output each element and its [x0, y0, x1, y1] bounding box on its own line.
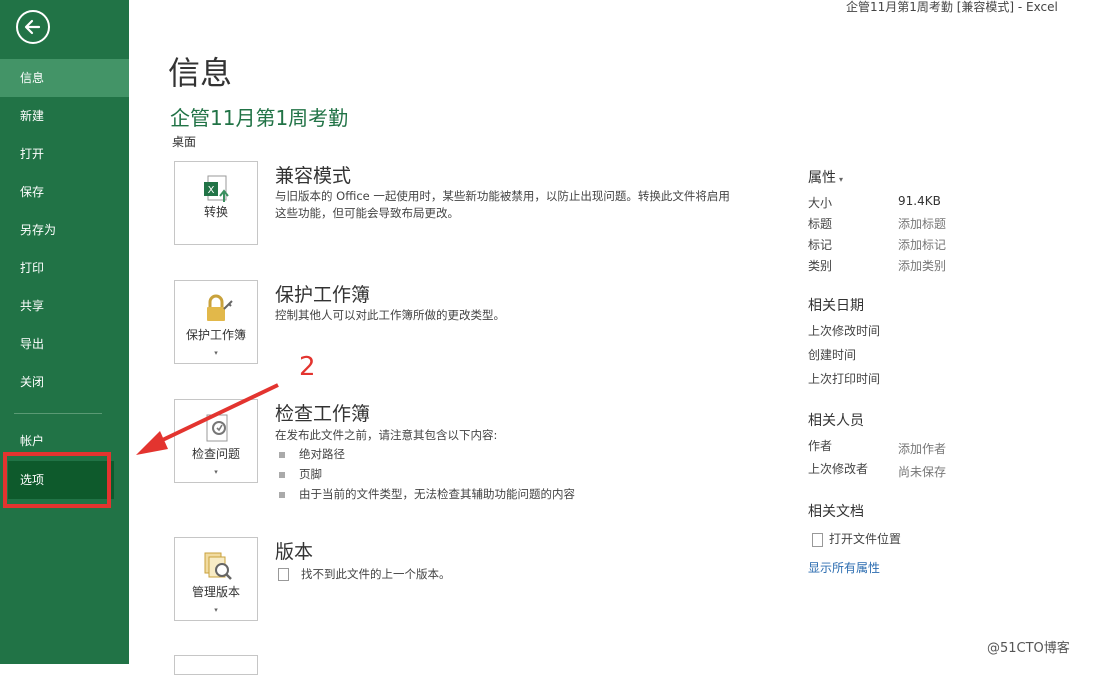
versions-description: 找不到此文件的上一个版本。: [278, 566, 748, 583]
versions-icon: [204, 552, 232, 580]
open-file-location-link[interactable]: 打开文件位置: [812, 530, 901, 547]
sidebar-item-new[interactable]: 新建: [0, 97, 129, 135]
prop-title-label: 标题: [808, 217, 833, 231]
prop-tags-label: 标记: [808, 238, 833, 252]
page-title: 信息: [168, 54, 233, 92]
protect-title: 保护工作簿: [275, 284, 371, 306]
document-path[interactable]: 桌面: [172, 133, 196, 150]
related-people-header: 相关人员: [808, 413, 864, 429]
annotation-arrow: [136, 383, 279, 455]
browser-view-button[interactable]: [174, 655, 258, 675]
excel-convert-icon: X: [204, 175, 229, 202]
prop-tags-field[interactable]: 添加标记: [898, 236, 946, 253]
protect-description: 控制其他人可以对此工作簿所做的更改类型。: [275, 308, 505, 322]
last-modified-by-value: 尚未保存: [898, 465, 947, 479]
sidebar-item-save[interactable]: 保存: [0, 173, 129, 211]
inspect-description: 在发布此文件之前，请注意其包含以下内容:: [275, 428, 498, 442]
sidebar-item-close[interactable]: 关闭: [0, 363, 129, 401]
convert-button-label: 转换: [203, 205, 228, 219]
author-label: 作者: [808, 439, 833, 453]
add-author-field[interactable]: 添加作者: [898, 440, 946, 457]
show-all-properties-link[interactable]: 显示所有属性: [808, 559, 880, 576]
created-label: 创建时间: [808, 348, 857, 362]
sidebar-item-print[interactable]: 打印: [0, 249, 129, 287]
properties-header[interactable]: 属性 ▾: [808, 167, 843, 187]
protect-workbook-button[interactable]: 保护工作簿 ▾: [174, 280, 258, 364]
document-icon: [812, 532, 823, 547]
compat-description: 与旧版本的 Office 一起使用时，某些新功能被禁用，以防止出现问题。转换此文…: [275, 189, 730, 220]
prop-size-label: 大小: [808, 196, 833, 210]
window-title: 企管11月第1周考勤 [兼容模式] - Excel: [846, 0, 1058, 14]
prop-size-value: 91.4KB: [898, 194, 941, 208]
highlight-box: [3, 452, 111, 508]
manage-versions-label: 管理版本: [191, 585, 240, 599]
last-printed-label: 上次打印时间: [808, 372, 881, 386]
lock-key-icon: [207, 294, 233, 321]
versions-title: 版本: [275, 541, 314, 563]
sidebar-item-info[interactable]: 信息: [0, 59, 129, 97]
watermark: @51CTO博客: [987, 641, 1070, 656]
chevron-down-icon: ▾: [214, 349, 218, 357]
annotation-number: 2: [299, 352, 316, 382]
compat-title: 兼容模式: [275, 165, 352, 187]
convert-button[interactable]: X 转换: [174, 161, 258, 245]
document-name: 企管11月第1周考勤: [170, 106, 349, 130]
prop-title-field[interactable]: 添加标题: [898, 215, 946, 232]
sidebar-item-share[interactable]: 共享: [0, 287, 129, 325]
prop-category-field[interactable]: 添加类别: [898, 257, 946, 274]
manage-versions-button[interactable]: 管理版本 ▾: [174, 537, 258, 621]
related-dates-header: 相关日期: [808, 298, 864, 314]
related-docs-header: 相关文档: [808, 504, 864, 520]
last-modified-label: 上次修改时间: [808, 324, 881, 338]
backstage-sidebar: 信息 新建 打开 保存 另存为 打印 共享 导出 关闭 帐户 选项: [0, 0, 129, 664]
protect-button-label: 保护工作簿: [185, 328, 246, 342]
sidebar-item-export[interactable]: 导出: [0, 325, 129, 363]
sidebar-divider: [14, 413, 102, 414]
svg-text:X: X: [208, 185, 215, 196]
chevron-down-icon: ▾: [839, 175, 844, 184]
chevron-down-icon: ▾: [214, 606, 218, 614]
list-item: 由于当前的文件类型，无法检查其辅助功能问题的内容: [279, 486, 575, 502]
prop-category-label: 类别: [808, 259, 833, 273]
document-icon: [278, 568, 289, 581]
last-modified-by-label: 上次修改者: [808, 462, 869, 476]
back-button[interactable]: [16, 10, 50, 44]
sidebar-item-save-as[interactable]: 另存为: [0, 211, 129, 249]
sidebar-item-open[interactable]: 打开: [0, 135, 129, 173]
arrow-left-icon: [24, 19, 41, 35]
